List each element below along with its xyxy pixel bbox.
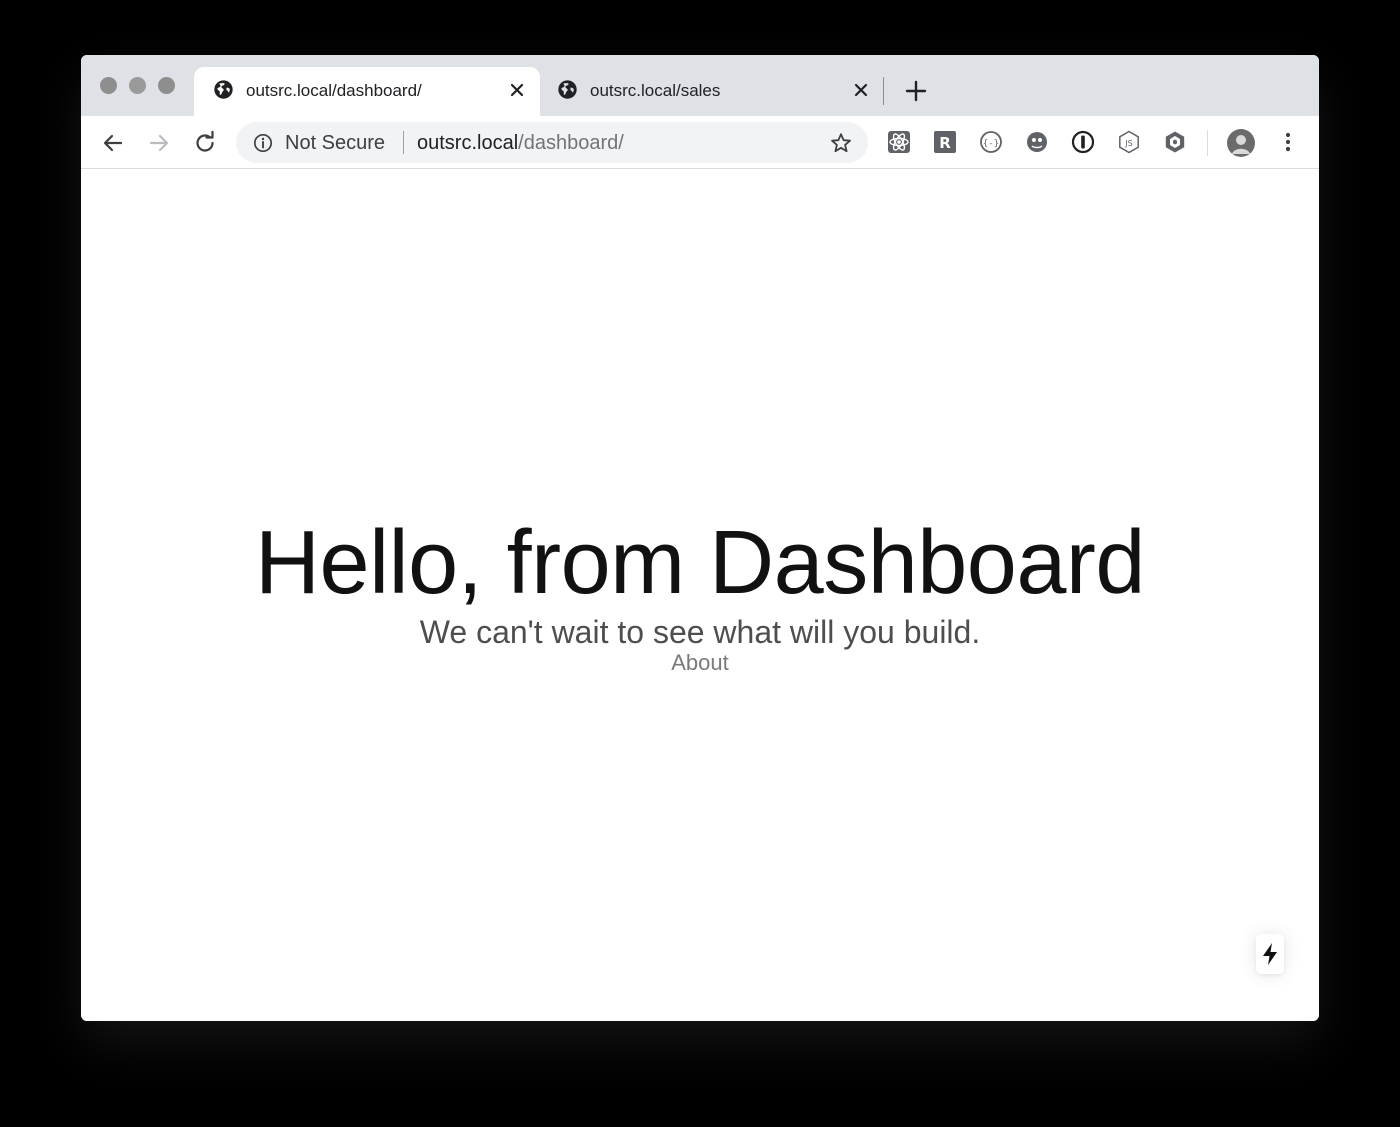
close-tab-icon[interactable]: [852, 81, 870, 99]
address-separator: [403, 131, 404, 154]
nodejs-icon[interactable]: JS: [1116, 129, 1142, 155]
security-label[interactable]: Not Secure: [285, 132, 385, 155]
minimize-window-button[interactable]: [129, 77, 146, 94]
svg-text:{-}: {-}: [983, 139, 999, 149]
url-path: /dashboard/: [518, 132, 624, 154]
page-title: Hello, from Dashboard: [255, 513, 1145, 613]
tab-title: outsrc.local/dashboard/: [246, 81, 422, 100]
tab-strip: outsrc.local/dashboard/ outsrc.local/sal…: [81, 55, 1319, 116]
globe-icon: [558, 80, 577, 99]
browser-toolbar: Not Secure outsrc.local/dashboard/ R {-}: [81, 116, 1319, 169]
address-bar[interactable]: Not Secure outsrc.local/dashboard/: [236, 122, 868, 163]
tab-dashboard[interactable]: outsrc.local/dashboard/: [194, 67, 540, 116]
react-devtools-icon[interactable]: [886, 129, 912, 155]
window-controls: [100, 77, 175, 94]
browser-window: outsrc.local/dashboard/ outsrc.local/sal…: [81, 55, 1319, 1021]
new-tab-icon[interactable]: [904, 79, 928, 103]
forward-arrow-icon[interactable]: [146, 130, 172, 156]
1password-icon[interactable]: [1070, 129, 1096, 155]
page-content: Hello, from Dashboard We can't wait to s…: [81, 169, 1319, 1021]
reload-icon[interactable]: [192, 130, 218, 156]
toolbar-divider: [1207, 130, 1208, 156]
globe-icon: [214, 80, 233, 99]
more-menu-icon[interactable]: [1275, 129, 1301, 155]
close-window-button[interactable]: [100, 77, 117, 94]
codesandbox-icon[interactable]: [1162, 129, 1188, 155]
maximize-window-button[interactable]: [158, 77, 175, 94]
ghost-extension-icon[interactable]: [1024, 129, 1050, 155]
bookmark-star-icon[interactable]: [829, 131, 853, 155]
svg-text:R: R: [939, 134, 951, 152]
json-formatter-icon[interactable]: {-}: [978, 129, 1004, 155]
back-arrow-icon[interactable]: [100, 130, 126, 156]
url-text[interactable]: outsrc.local/dashboard/: [417, 132, 624, 155]
r-extension-icon[interactable]: R: [932, 129, 958, 155]
about-link[interactable]: About: [671, 649, 729, 677]
profile-avatar[interactable]: [1226, 128, 1256, 158]
close-tab-icon[interactable]: [508, 81, 526, 99]
page-subtitle: We can't wait to see what will you build…: [419, 614, 981, 650]
lightning-icon: [1263, 943, 1277, 965]
svg-text:JS: JS: [1124, 139, 1132, 148]
hero: Hello, from Dashboard We can't wait to s…: [81, 511, 1319, 677]
url-host: outsrc.local: [417, 132, 519, 154]
info-icon[interactable]: [253, 133, 273, 153]
build-indicator[interactable]: [1256, 934, 1284, 974]
tab-sales[interactable]: outsrc.local/sales: [542, 67, 884, 116]
tab-title: outsrc.local/sales: [590, 81, 721, 100]
tab-separator: [883, 77, 884, 105]
